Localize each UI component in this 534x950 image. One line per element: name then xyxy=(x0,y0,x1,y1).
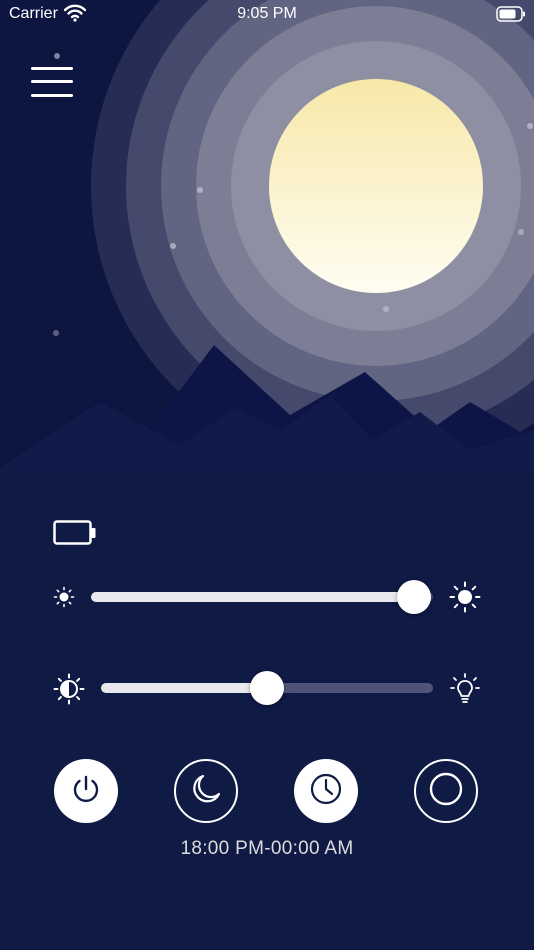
color-temp-thumb[interactable] xyxy=(250,671,284,705)
hamburger-menu-icon[interactable] xyxy=(30,66,76,102)
sun-small-icon xyxy=(53,586,75,613)
lightbulb-icon xyxy=(450,673,480,712)
brightness-slider[interactable] xyxy=(91,580,433,614)
color-temp-fill xyxy=(101,683,267,693)
color-temp-slider[interactable] xyxy=(101,671,433,705)
clock-icon xyxy=(308,771,344,812)
moon xyxy=(269,79,483,293)
circle-mode-button[interactable] xyxy=(414,759,478,823)
status-battery-icon xyxy=(496,6,526,27)
timer-button[interactable] xyxy=(294,759,358,823)
power-icon xyxy=(69,772,103,811)
contrast-icon xyxy=(53,673,85,710)
power-button[interactable] xyxy=(54,759,118,823)
battery-icon xyxy=(53,520,97,551)
clock-time: 9:05 PM xyxy=(237,5,297,22)
night-scene xyxy=(0,0,534,520)
brightness-thumb[interactable] xyxy=(397,580,431,614)
schedule-time-range: 18:00 PM-00:00 AM xyxy=(180,838,354,859)
status-bar: Carrier 9:05 PM xyxy=(0,0,534,30)
night-scene-illustration xyxy=(0,0,534,520)
sun-large-icon xyxy=(449,581,481,618)
moon-icon xyxy=(187,770,225,813)
circle-icon xyxy=(428,771,464,812)
night-mode-button[interactable] xyxy=(174,759,238,823)
brightness-fill xyxy=(91,592,415,602)
